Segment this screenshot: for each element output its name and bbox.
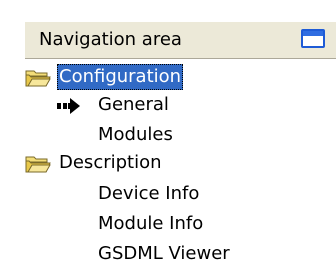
tree-item-label: GSDML Viewer [98, 243, 230, 264]
tree-item-label: Configuration [57, 64, 184, 90]
window-icon[interactable] [301, 29, 325, 48]
tree-item-description[interactable]: Description [25, 150, 336, 178]
right-arrow-icon [57, 98, 80, 114]
tree-item-module-info[interactable]: Module Info [96, 211, 336, 239]
open-folder-icon [25, 70, 51, 87]
open-folder-icon [25, 156, 51, 173]
navigation-title: Navigation area [39, 29, 182, 50]
tree-item-label: Description [59, 152, 162, 173]
tree-item-label: Module Info [98, 213, 204, 234]
navigation-header: Navigation area [25, 21, 336, 59]
tree-item-general[interactable]: General [57, 92, 336, 120]
tree-item-device-info[interactable]: Device Info [96, 181, 336, 209]
tree-item-label: Modules [98, 124, 173, 145]
tree-item-label: General [98, 94, 169, 115]
tree-item-label: Device Info [98, 183, 200, 204]
navigation-panel: Navigation area Configuration General Mo… [0, 0, 336, 277]
tree-item-gsdml-viewer[interactable]: GSDML Viewer [96, 241, 336, 269]
window-icon-titlebar [303, 31, 323, 36]
tree-item-modules[interactable]: Modules [96, 122, 336, 150]
tree-item-configuration[interactable]: Configuration [25, 64, 336, 92]
